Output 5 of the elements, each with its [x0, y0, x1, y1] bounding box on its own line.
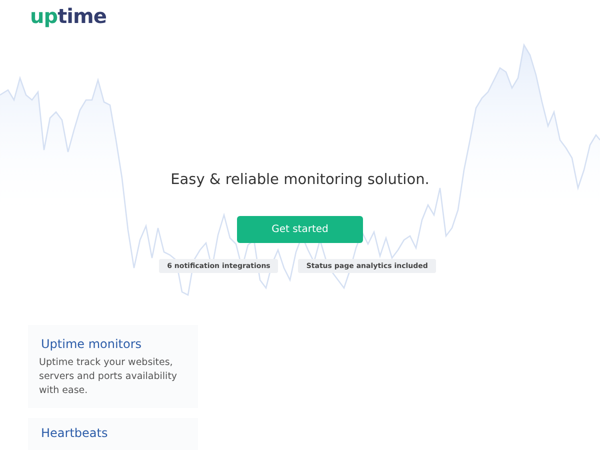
feature-title: Uptime monitors: [40, 337, 143, 351]
logo[interactable]: uptime: [30, 4, 106, 28]
feature-description: Uptime track your websites, servers and ports availability with ease.: [39, 356, 178, 398]
headline: Easy & reliable monitoring solution.: [170, 172, 430, 188]
feature-title: Heartbeats: [40, 426, 109, 440]
